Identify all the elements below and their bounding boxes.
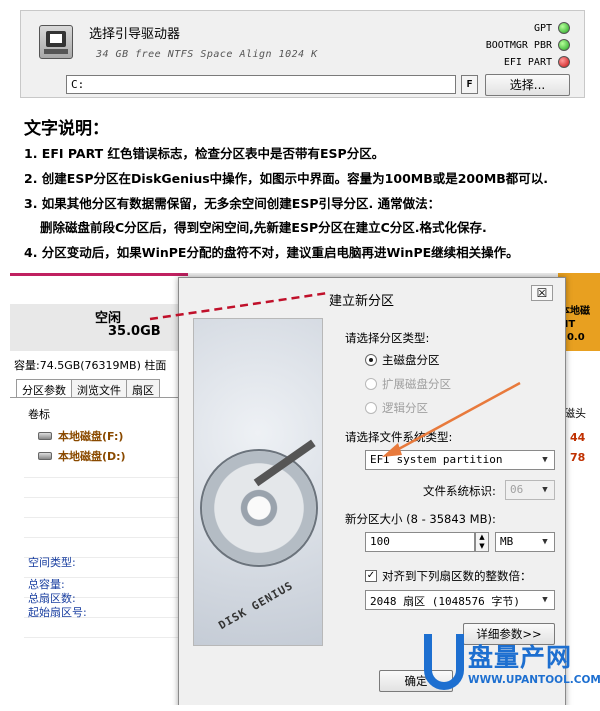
list-item[interactable]: 本地磁盘(D:) — [38, 448, 126, 464]
status-bootmgr: BOOTMGR PBR — [400, 37, 570, 53]
red-status-icon — [558, 56, 570, 68]
align-checkbox[interactable]: ✓ 对齐到下列扇区数的整数倍： — [365, 568, 532, 584]
partition-type-label: 请选择分区类型: — [345, 331, 430, 345]
f-button[interactable]: F — [461, 75, 478, 94]
space-type-label: 空间类型: — [28, 556, 76, 569]
u-logo-icon — [424, 634, 464, 690]
note-item-1: 1. EFI PART 红色错误标志，检查分区表中是否带有ESP分区。 — [24, 146, 385, 161]
align-select[interactable]: 2048 扇区 (1048576 字节) ▼ — [365, 590, 555, 610]
dialog-title: 建立新分区 — [329, 294, 395, 309]
status-gpt: GPT — [400, 20, 570, 36]
note-item-3: 3. 如果其他分区有数据需保留，无多余空间创建ESP引导分区. 通常做法： — [24, 196, 441, 211]
note-item-2: 2. 创建ESP分区在DiskGenius中操作，如图示中界面。容量为100MB… — [24, 171, 549, 186]
start-sector-label: 起始扇区号: — [28, 606, 87, 619]
brand-logo: DISK GENIUS — [216, 578, 296, 633]
choose-button[interactable]: 选择... — [485, 74, 570, 96]
boot-drive-panel: 选择引导驱动器 34 GB free NTFS Space Align 1024… — [20, 10, 585, 98]
size-stepper[interactable]: ▲ ▼ — [475, 532, 489, 552]
radio-logical-partition[interactable]: 逻辑分区 — [365, 400, 428, 416]
column-header-label: 卷标 — [28, 408, 50, 421]
drive-icon — [39, 25, 73, 59]
radio-primary-partition[interactable]: 主磁盘分区 — [365, 352, 440, 368]
site-watermark: 盘量产网 WWW.UPANTOOL.COM — [424, 630, 600, 708]
status-efi-part: EFI PART — [400, 54, 570, 70]
free-space-size: 35.0GB — [108, 324, 161, 339]
diskgenius-main-window: 空闲 35.0GB 容量:74.5GB(76319MB) 柱面 分区参数 浏览文… — [10, 273, 188, 705]
watermark-brand: 盘量产网 — [468, 643, 573, 672]
panel-title: 选择引导驱动器 — [89, 27, 181, 42]
close-icon[interactable]: ☒ — [531, 285, 553, 301]
total-sectors-label: 总扇区数: — [28, 592, 76, 605]
fs-id-label: 文件系统标识: — [423, 484, 496, 498]
fs-id-select[interactable]: 06 ▼ — [505, 480, 555, 500]
green-status-icon — [558, 39, 570, 51]
disk-icon — [38, 432, 52, 440]
chevron-down-icon: ▼ — [542, 595, 548, 605]
platter-graphic — [200, 449, 318, 567]
hard-disk-illustration: DISK GENIUS — [193, 318, 323, 646]
size-unit-select[interactable]: MB ▼ — [495, 532, 555, 552]
radio-extended-partition[interactable]: 扩展磁盘分区 — [365, 376, 451, 392]
chevron-down-icon: ▼ — [542, 455, 548, 465]
stats-block: 总容量: 总扇区数: 起始扇区号: — [28, 578, 87, 620]
column-header-heads: 磁头 — [564, 407, 586, 420]
panel-subtitle: 34 GB free NTFS Space Align 1024 K — [96, 49, 318, 60]
disk-info: 容量:74.5GB(76319MB) 柱面 — [14, 359, 167, 372]
note-item-3-detail: 删除磁盘前段C分区后，得到空闲空间,先新建ESP分区在建立C分区.格式化保存. — [40, 220, 487, 235]
checkmark-icon: ✓ — [365, 570, 377, 582]
disk-icon — [38, 452, 52, 460]
size-label: 新分区大小 (8 - 35843 MB): — [345, 512, 496, 526]
fs-type-select[interactable]: EFI system partition ▼ — [365, 450, 555, 470]
size-input[interactable]: 100 — [365, 532, 475, 552]
chevron-down-icon: ▼ — [542, 537, 548, 547]
total-capacity-label: 总容量: — [28, 578, 65, 591]
heads-value: 44 — [570, 431, 586, 444]
note-item-4: 4. 分区变动后，如果WinPE分配的盘符不对，建议重启电脑再进WinPE继续相… — [24, 245, 519, 260]
list-item[interactable]: 本地磁盘(F:) — [38, 428, 123, 444]
watermark-url: WWW.UPANTOOL.COM — [468, 674, 600, 686]
fs-type-label: 请选择文件系统类型: — [345, 430, 453, 444]
notes-title: 文字说明： — [24, 119, 109, 139]
heads-value: 78 — [570, 451, 586, 464]
partition-pane: 卷标 本地磁盘(F:) 本地磁盘(D:) 空间类型: 总容量: 总扇区数: 起始… — [10, 397, 188, 705]
chevron-down-icon: ▼ — [542, 485, 548, 495]
green-status-icon — [558, 22, 570, 34]
drive-path-input[interactable]: C: — [66, 75, 456, 94]
status-list: GPT BOOTMGR PBR EFI PART — [400, 20, 570, 71]
